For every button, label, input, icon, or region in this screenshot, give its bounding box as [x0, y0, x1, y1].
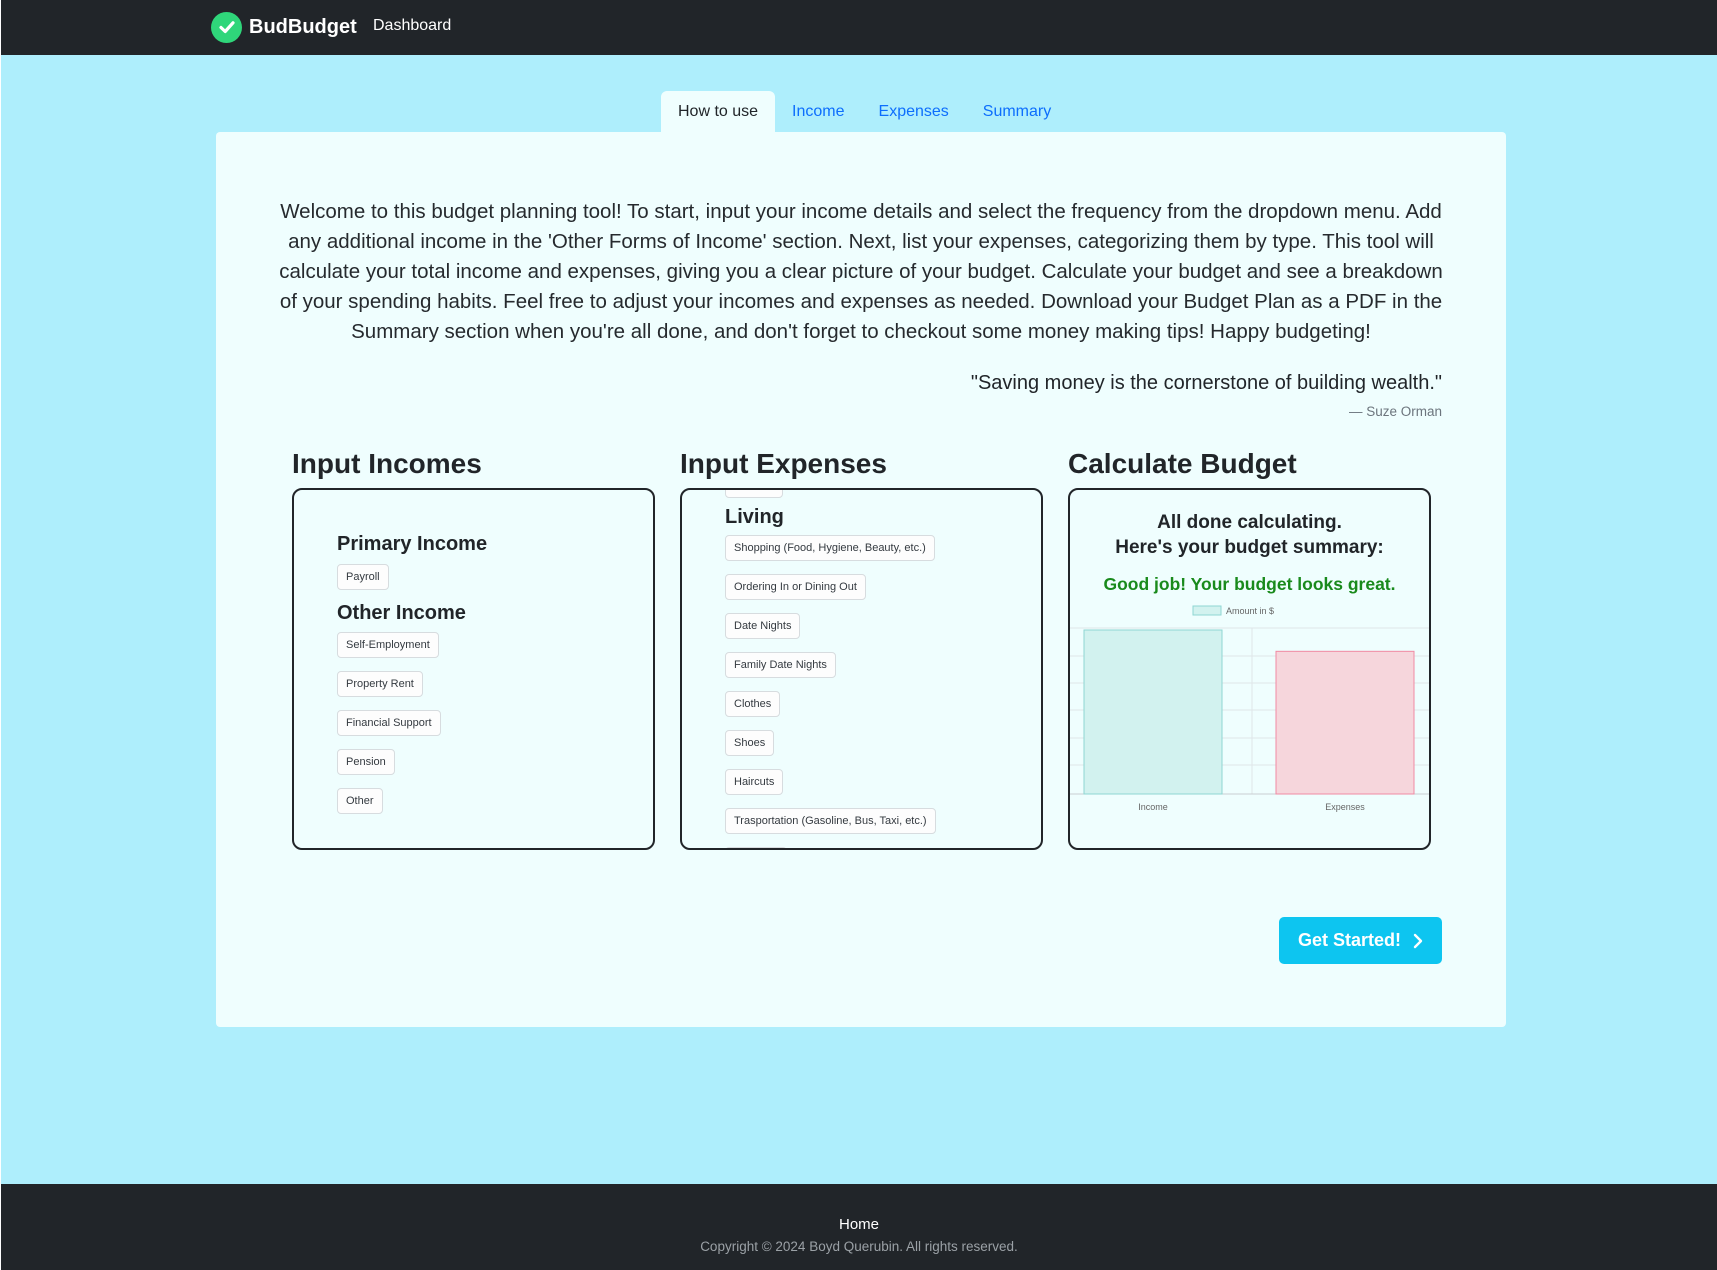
summary-line-2: Here's your budget summary:	[1115, 537, 1384, 558]
tab-income[interactable]: Income	[775, 91, 861, 132]
nav-link-dashboard[interactable]: Dashboard	[373, 17, 451, 35]
step-calculate-budget: Calculate Budget All done calculating. H…	[1068, 444, 1431, 850]
tab-bar: How to use Income Expenses Summary	[661, 91, 1068, 132]
chevron-right-icon	[1413, 933, 1423, 948]
income-chip: Pension	[337, 749, 395, 775]
summary-heading: All done calculating. Here's your budget…	[1070, 510, 1429, 560]
summary-line-1: All done calculating.	[1157, 512, 1342, 533]
primary-income-heading: Primary Income	[337, 533, 488, 555]
brand-link[interactable]: BudBudget	[211, 11, 357, 43]
expense-chip-cutoff	[725, 847, 787, 848]
intro-text: Welcome to this budget planning tool! To…	[279, 200, 1443, 343]
footer-link-home[interactable]: Home	[1, 1216, 1717, 1233]
how-to-use-card: Welcome to this budget planning tool! To…	[216, 132, 1506, 1027]
incomes-preview: Primary Income Payroll Other Income Self…	[292, 488, 655, 850]
bar-income	[1083, 629, 1223, 795]
navbar: BudBudget Dashboard	[1, 0, 1717, 55]
budget-bar-chart: Amount in $ Income Expenses	[1070, 605, 1429, 812]
expense-chip: Trasportation (Gasoline, Bus, Taxi, etc.…	[725, 808, 936, 834]
get-started-button[interactable]: Get Started!	[1279, 917, 1442, 964]
expense-chip: Shoes	[725, 730, 775, 756]
step-title: Input Incomes	[292, 448, 482, 479]
income-chip-payroll: Payroll	[337, 564, 389, 590]
budget-good-message: Good job! Your budget looks great.	[1103, 574, 1396, 594]
expense-chip: Haircuts	[725, 769, 784, 795]
income-chip: Property Rent	[337, 671, 423, 697]
expense-chip-cutoff	[725, 490, 783, 498]
bar-expenses	[1275, 650, 1415, 795]
legend-swatch	[1192, 605, 1222, 616]
page: BudBudget Dashboard How to use Income Ex…	[1, 0, 1717, 1270]
other-income-heading: Other Income	[337, 602, 466, 624]
expenses-preview: Living Shopping (Food, Hygiene, Beauty, …	[680, 488, 1043, 850]
copyright-text: Copyright © 2024 Boyd Querubin. All righ…	[700, 1239, 1018, 1254]
quote-text: "Saving money is the cornerstone of buil…	[970, 372, 1442, 394]
expense-chip: Date Nights	[725, 613, 801, 639]
income-chip: Other	[337, 788, 383, 814]
brand-name: BudBudget	[249, 15, 357, 38]
income-chip: Self-Employment	[337, 632, 439, 658]
x-tick-label: Expenses	[1325, 802, 1365, 812]
step-title: Input Expenses	[680, 448, 887, 479]
step-input-expenses: Input Expenses Living Shopping (Food, Hy…	[680, 444, 1043, 850]
footer: Home Copyright © 2024 Boyd Querubin. All…	[1, 1184, 1717, 1270]
legend-label: Amount in $	[1226, 606, 1274, 616]
tab-summary[interactable]: Summary	[966, 91, 1068, 132]
living-heading: Living	[725, 506, 784, 528]
check-circle-icon	[211, 11, 242, 43]
tab-expenses[interactable]: Expenses	[862, 91, 966, 132]
expense-chip: Ordering In or Dining Out	[725, 574, 866, 600]
income-chip: Financial Support	[337, 710, 441, 736]
tab-how-to-use[interactable]: How to use	[661, 91, 776, 132]
step-input-incomes: Input Incomes Primary Income Payroll Oth…	[292, 444, 655, 850]
summary-preview: All done calculating. Here's your budget…	[1068, 488, 1431, 850]
get-started-label: Get Started!	[1297, 930, 1402, 950]
expense-chip: Family Date Nights	[725, 652, 836, 678]
expense-chip: Shopping (Food, Hygiene, Beauty, etc.)	[725, 535, 935, 561]
quote-author: — Suze Orman	[1348, 404, 1442, 419]
expense-chip: Clothes	[725, 691, 781, 717]
step-title: Calculate Budget	[1068, 448, 1297, 479]
x-tick-label: Income	[1138, 802, 1168, 812]
